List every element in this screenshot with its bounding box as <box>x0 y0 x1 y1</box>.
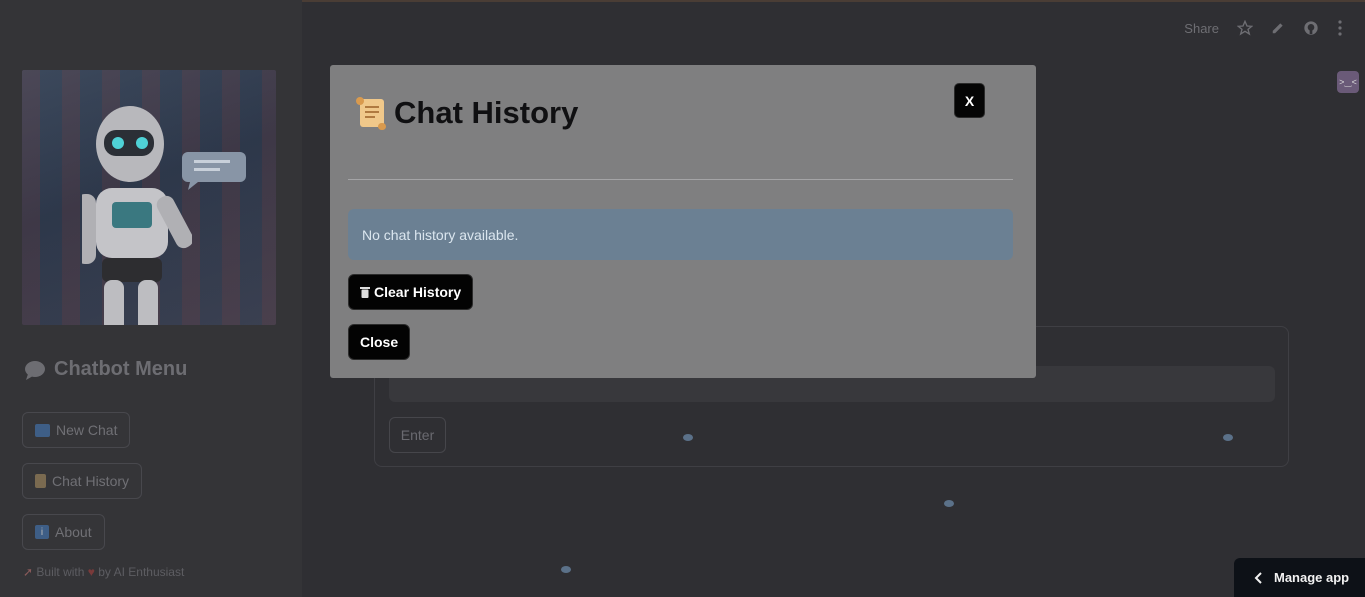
clear-history-button[interactable]: Clear History <box>348 274 474 310</box>
sidebar-footer: ➚ Built with ♥ by AI Enthusiast <box>23 565 184 579</box>
sidebar-title: Chatbot Menu <box>24 358 187 381</box>
trash-icon <box>360 287 370 298</box>
decorative-dot <box>944 500 954 507</box>
scroll-icon <box>356 97 386 130</box>
close-label: Close <box>360 334 399 350</box>
avatar[interactable]: >‿< <box>1337 71 1359 93</box>
modal-title-text: Chat History <box>394 95 579 130</box>
star-icon[interactable] <box>1237 20 1253 36</box>
heart-icon: ♥ <box>87 565 95 579</box>
manage-app-button[interactable]: Manage app <box>1234 558 1365 597</box>
decorative-dot <box>561 566 571 573</box>
new-chat-label: New Chat <box>56 422 118 438</box>
info-alert: No chat history available. <box>348 209 1013 260</box>
sidebar-title-text: Chatbot Menu <box>54 358 188 380</box>
enter-button[interactable]: Enter <box>389 417 446 453</box>
more-vertical-icon[interactable] <box>1337 20 1343 36</box>
modal-title: Chat History <box>354 95 578 131</box>
close-button[interactable]: Close <box>348 324 411 360</box>
footer-suffix: by AI Enthusiast <box>98 565 185 579</box>
about-button[interactable]: i About <box>22 514 105 550</box>
scroll-icon <box>35 474 46 488</box>
decorative-dot <box>1223 434 1233 441</box>
about-label: About <box>55 524 92 540</box>
speech-bubble-icon <box>25 360 45 380</box>
robot-image <box>22 70 276 325</box>
close-x-button[interactable]: X <box>954 83 985 118</box>
sidebar: Chatbot Menu New Chat Chat History i Abo… <box>0 0 302 597</box>
manage-app-label: Manage app <box>1274 570 1350 585</box>
info-message: No chat history available. <box>362 226 519 243</box>
rocket-icon: ➚ <box>23 565 34 579</box>
divider <box>348 179 1013 180</box>
footer-prefix: Built with <box>36 565 85 579</box>
decorative-dot <box>683 434 693 441</box>
pencil-icon[interactable] <box>1271 21 1285 35</box>
chevron-left-icon <box>1254 571 1262 584</box>
chat-history-label: Chat History <box>52 473 130 489</box>
share-button[interactable]: Share <box>1184 21 1219 36</box>
info-icon: i <box>35 525 49 539</box>
chat-history-button[interactable]: Chat History <box>22 463 143 499</box>
chat-history-modal: Chat History X No chat history available… <box>330 65 1036 378</box>
new-icon <box>35 423 50 437</box>
top-toolbar: Share <box>1184 20 1343 36</box>
clear-history-label: Clear History <box>374 284 462 300</box>
github-icon[interactable] <box>1303 20 1319 36</box>
new-chat-button[interactable]: New Chat <box>22 412 131 448</box>
